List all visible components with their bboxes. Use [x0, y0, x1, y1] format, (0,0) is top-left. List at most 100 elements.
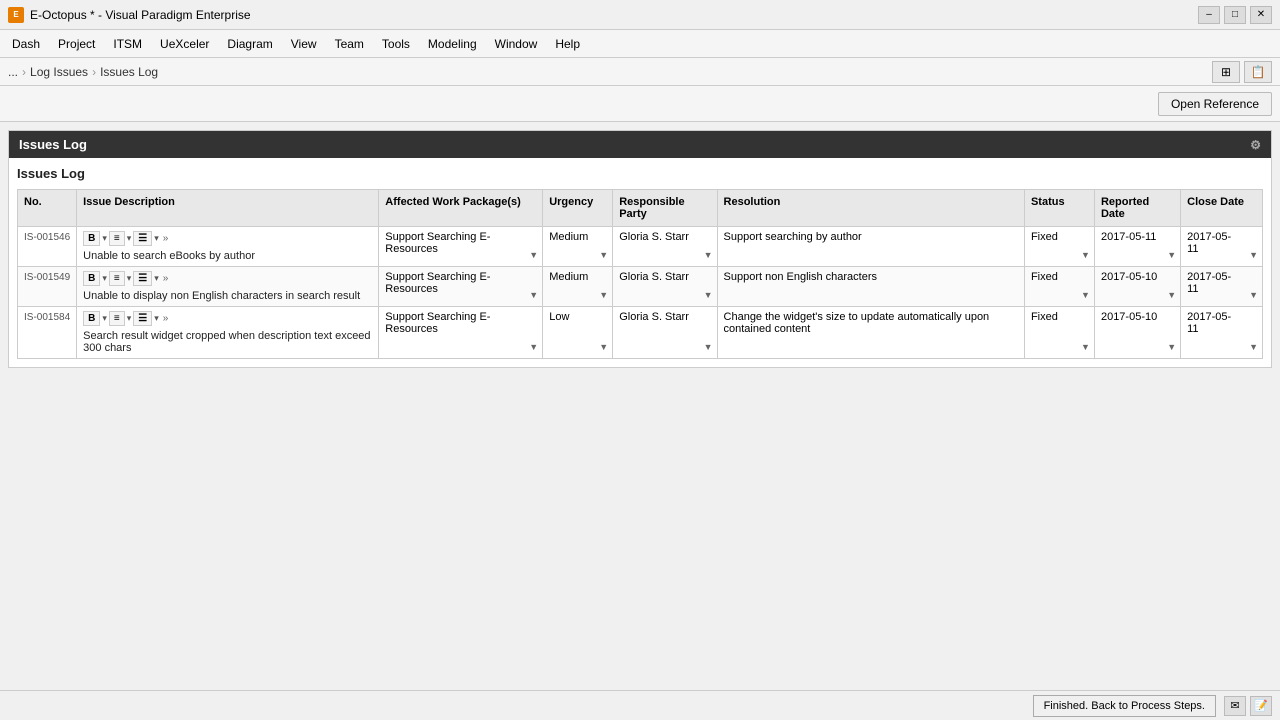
reported-date-value: 2017-05-10: [1101, 311, 1174, 323]
panel-settings-icon[interactable]: ⚙: [1250, 138, 1261, 152]
cell-id: IS-001549: [18, 267, 77, 307]
dropdown-arrow-b[interactable]: ▾: [102, 273, 107, 284]
list-button[interactable]: ☰: [133, 271, 152, 286]
close-date-dropdown[interactable]: ▼: [1249, 250, 1258, 260]
urgency-dropdown[interactable]: ▼: [599, 342, 608, 352]
menu-bar: DashProjectITSMUeXcelerDiagramViewTeamTo…: [0, 30, 1280, 58]
align-button[interactable]: ≡: [109, 231, 125, 246]
close-button[interactable]: ✕: [1250, 6, 1272, 24]
issues-table: No.Issue DescriptionAffected Work Packag…: [17, 189, 1263, 359]
menu-item-dash[interactable]: Dash: [4, 34, 48, 54]
cell-status: Fixed ▼: [1024, 267, 1094, 307]
urgency-value: Medium: [549, 231, 606, 243]
responsible-party-value: Gloria S. Starr: [619, 231, 710, 243]
cell-responsible-party: Gloria S. Starr ▼: [613, 267, 717, 307]
grid-view-button[interactable]: ⊞: [1212, 61, 1240, 83]
close-date-value: 2017-05-11: [1187, 311, 1256, 335]
cell-reported-date: 2017-05-10 ▼: [1094, 267, 1180, 307]
cell-status: Fixed ▼: [1024, 307, 1094, 359]
align-button[interactable]: ≡: [109, 311, 125, 326]
responsible-party-value: Gloria S. Starr: [619, 311, 710, 323]
breadcrumb-issues-log[interactable]: Issues Log: [100, 65, 158, 79]
cell-urgency: Low ▼: [543, 307, 613, 359]
finished-button[interactable]: Finished. Back to Process Steps.: [1033, 695, 1216, 717]
expand-button[interactable]: »: [163, 273, 169, 284]
reported-date-value: 2017-05-11: [1101, 231, 1174, 243]
status-dropdown[interactable]: ▼: [1081, 342, 1090, 352]
close-date-dropdown[interactable]: ▼: [1249, 342, 1258, 352]
bold-button[interactable]: B: [83, 311, 100, 326]
issue-description[interactable]: Unable to search eBooks by author: [83, 250, 372, 262]
reported-date-dropdown[interactable]: ▼: [1167, 250, 1176, 260]
affected-work-dropdown[interactable]: ▼: [529, 250, 538, 260]
dropdown-arrow-list[interactable]: ▾: [154, 233, 159, 244]
menu-item-team[interactable]: Team: [327, 34, 372, 54]
status-value: Fixed: [1031, 271, 1088, 283]
menu-item-help[interactable]: Help: [547, 34, 588, 54]
affected-work-dropdown[interactable]: ▼: [529, 290, 538, 300]
table-row: IS-001549 B ▾ ≡ ▾ ☰ ▾ » Unable to displa…: [18, 267, 1263, 307]
dropdown-arrow-b[interactable]: ▾: [102, 313, 107, 324]
reported-date-value: 2017-05-10: [1101, 271, 1174, 283]
menu-item-modeling[interactable]: Modeling: [420, 34, 485, 54]
responsible-party-dropdown[interactable]: ▼: [704, 290, 713, 300]
issue-description[interactable]: Unable to display non English characters…: [83, 290, 372, 302]
cell-id: IS-001584: [18, 307, 77, 359]
status-dropdown[interactable]: ▼: [1081, 290, 1090, 300]
menu-item-window[interactable]: Window: [487, 34, 546, 54]
dropdown-arrow-b[interactable]: ▾: [102, 233, 107, 244]
affected-work-dropdown[interactable]: ▼: [529, 342, 538, 352]
reported-date-dropdown[interactable]: ▼: [1167, 290, 1176, 300]
menu-item-project[interactable]: Project: [50, 34, 103, 54]
close-date-value: 2017-05-11: [1187, 271, 1256, 295]
align-button[interactable]: ≡: [109, 271, 125, 286]
dropdown-arrow-list[interactable]: ▾: [154, 313, 159, 324]
breadcrumb-log-issues[interactable]: Log Issues: [30, 65, 88, 79]
list-button[interactable]: ☰: [133, 311, 152, 326]
maximize-button[interactable]: □: [1224, 6, 1246, 24]
col-header-close-date: Close Date: [1181, 190, 1263, 227]
issue-id: IS-001546: [24, 232, 70, 243]
cell-urgency: Medium ▼: [543, 267, 613, 307]
issue-description[interactable]: Search result widget cropped when descri…: [83, 330, 372, 354]
table-row: IS-001546 B ▾ ≡ ▾ ☰ ▾ » Unable to search…: [18, 227, 1263, 267]
menu-item-view[interactable]: View: [283, 34, 325, 54]
breadcrumb-ellipsis[interactable]: ...: [8, 65, 18, 79]
bold-button[interactable]: B: [83, 231, 100, 246]
status-value: Fixed: [1031, 231, 1088, 243]
mail-icon[interactable]: ✉: [1224, 696, 1246, 716]
affected-work-value: Support Searching E-Resources: [385, 231, 536, 255]
issue-id: IS-001584: [24, 312, 70, 323]
cell-resolution: Change the widget's size to update autom…: [717, 307, 1024, 359]
menu-item-uexceler[interactable]: UeXceler: [152, 34, 217, 54]
bold-button[interactable]: B: [83, 271, 100, 286]
expand-button[interactable]: »: [163, 233, 169, 244]
dropdown-arrow-align[interactable]: ▾: [127, 273, 132, 284]
reported-date-dropdown[interactable]: ▼: [1167, 342, 1176, 352]
list-button[interactable]: ☰: [133, 231, 152, 246]
cell-description: B ▾ ≡ ▾ ☰ ▾ » Unable to search eBooks by…: [77, 227, 379, 267]
minimize-button[interactable]: –: [1198, 6, 1220, 24]
cell-description: B ▾ ≡ ▾ ☰ ▾ » Unable to display non Engl…: [77, 267, 379, 307]
responsible-party-dropdown[interactable]: ▼: [704, 342, 713, 352]
expand-button[interactable]: »: [163, 313, 169, 324]
urgency-dropdown[interactable]: ▼: [599, 290, 608, 300]
cell-affected-work: Support Searching E-Resources ▼: [379, 267, 543, 307]
resolution-value: Change the widget's size to update autom…: [724, 311, 1018, 335]
issues-panel: Issues Log ⚙ Issues Log No.Issue Descrip…: [8, 130, 1272, 368]
cell-reported-date: 2017-05-10 ▼: [1094, 307, 1180, 359]
menu-item-diagram[interactable]: Diagram: [219, 34, 280, 54]
urgency-dropdown[interactable]: ▼: [599, 250, 608, 260]
menu-item-itsm[interactable]: ITSM: [105, 34, 150, 54]
responsible-party-dropdown[interactable]: ▼: [704, 250, 713, 260]
dropdown-arrow-list[interactable]: ▾: [154, 273, 159, 284]
dropdown-arrow-align[interactable]: ▾: [127, 313, 132, 324]
notes-icon[interactable]: 📝: [1250, 696, 1272, 716]
dropdown-arrow-align[interactable]: ▾: [127, 233, 132, 244]
clipboard-button[interactable]: 📋: [1244, 61, 1272, 83]
open-reference-button[interactable]: Open Reference: [1158, 92, 1272, 116]
menu-item-tools[interactable]: Tools: [374, 34, 418, 54]
urgency-value: Medium: [549, 271, 606, 283]
status-dropdown[interactable]: ▼: [1081, 250, 1090, 260]
close-date-dropdown[interactable]: ▼: [1249, 290, 1258, 300]
